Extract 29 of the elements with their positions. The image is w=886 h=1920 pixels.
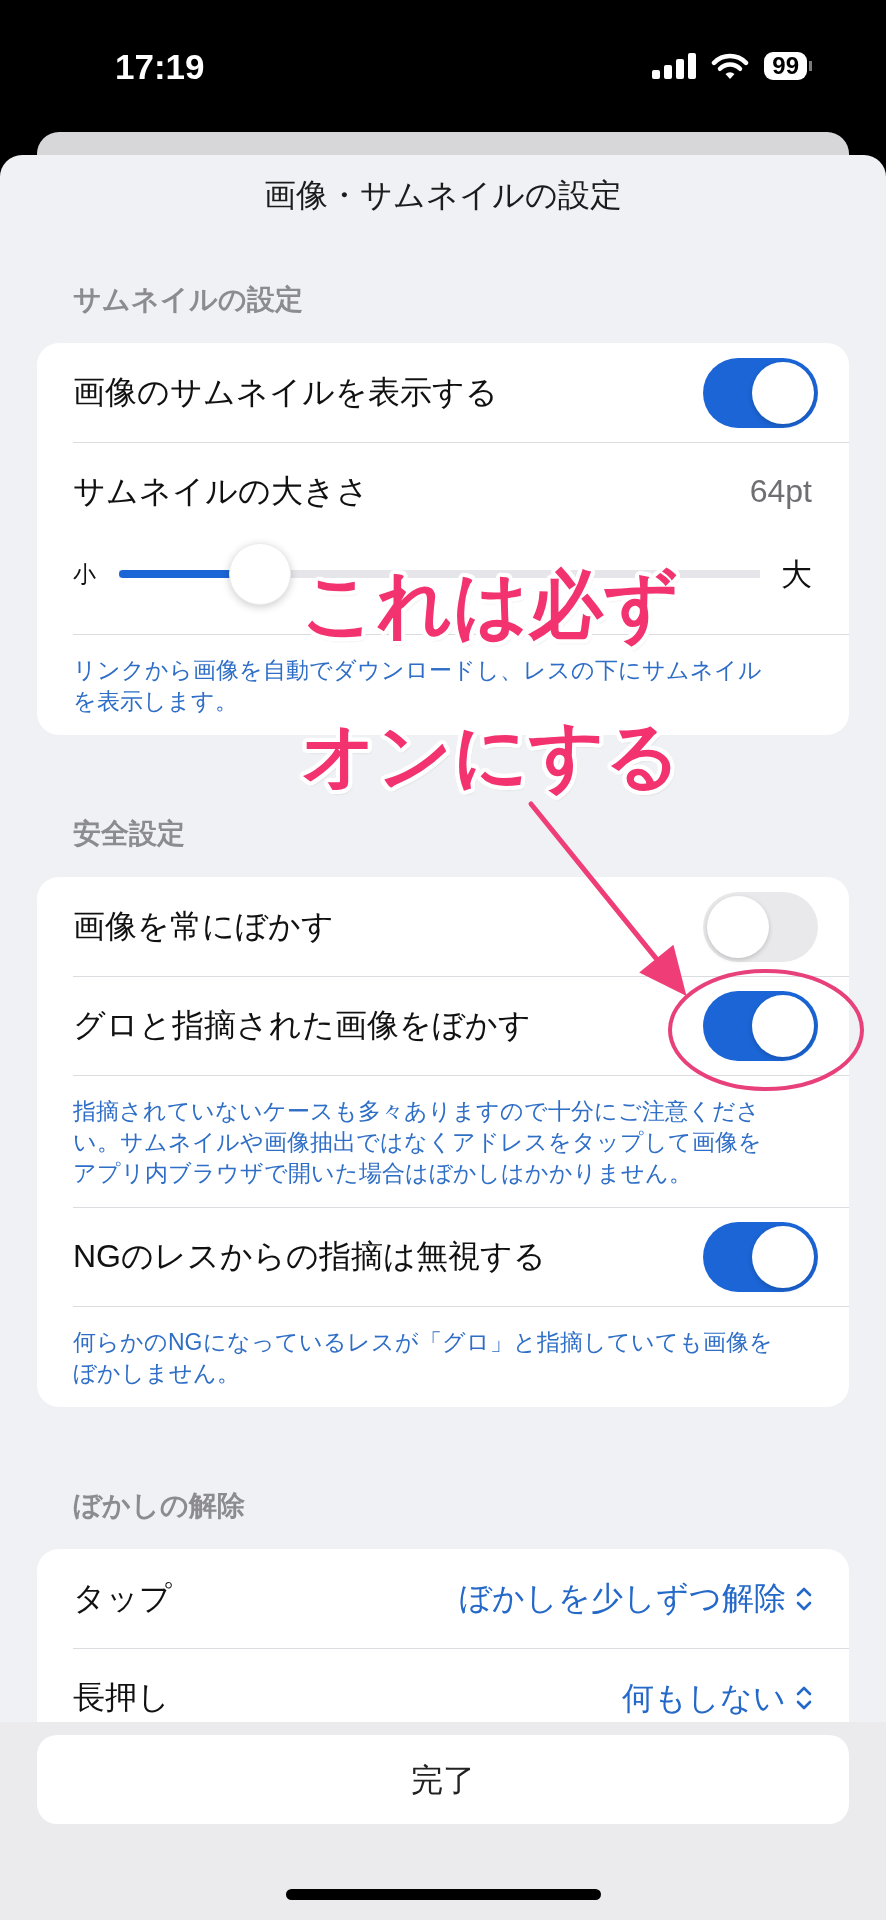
setting-label: タップ — [73, 1580, 172, 1617]
setting-label: サムネイルの大きさ — [73, 474, 369, 510]
callout-text: オンにする — [300, 713, 682, 799]
slider-max-label: 大 — [781, 558, 812, 590]
chevron-updown-icon — [796, 1685, 812, 1711]
picker-button[interactable]: 何もしない — [622, 1680, 812, 1716]
chevron-updown-icon — [796, 1585, 812, 1612]
setting-note: リンクから画像を自動でダウンロードし、レスの下にサムネイルを表示します。 — [73, 656, 763, 716]
slider-min-label: 小 — [73, 562, 96, 586]
setting-label: NGのレスからの指摘は無視する — [73, 1239, 546, 1275]
signal-icon — [652, 53, 697, 79]
setting-value: 64pt — [749, 474, 812, 510]
section-header: 安全設定 — [73, 819, 186, 849]
picker-button[interactable]: ぼかしを少しずつ解除 — [459, 1581, 812, 1616]
setting-note: 何らかのNGになっているレスが「グロ」と指摘していても画像をぼかしません。 — [73, 1328, 773, 1388]
sheet-title: 画像・サムネイルの設定 — [264, 175, 622, 215]
section-header: ぼかしの解除 — [73, 1491, 246, 1521]
battery-indicator: 99 — [764, 52, 812, 80]
slider-thumb[interactable] — [229, 543, 291, 605]
setting-note: 指摘されていないケースも多々ありますので十分にご注意ください。サムネイルや画像抽出ではなくアドレスをタップして画像をアプリ内ブラウザで開いた場合はぼかしはかかりません。 — [73, 1097, 763, 1188]
done-button[interactable]: 完了 — [37, 1735, 849, 1824]
setting-label: 画像のサムネイルを表示する — [73, 374, 498, 411]
wifi-icon — [711, 52, 750, 80]
status-time: 17:19 — [115, 48, 205, 84]
setting-label: 画像を常にぼかす — [73, 908, 334, 945]
setting-label: グロと指摘された画像をぼかす — [73, 1008, 531, 1044]
section-header: サムネイルの設定 — [73, 285, 304, 315]
callout-text: これは必ず — [300, 562, 680, 648]
setting-label: 長押し — [73, 1680, 170, 1716]
